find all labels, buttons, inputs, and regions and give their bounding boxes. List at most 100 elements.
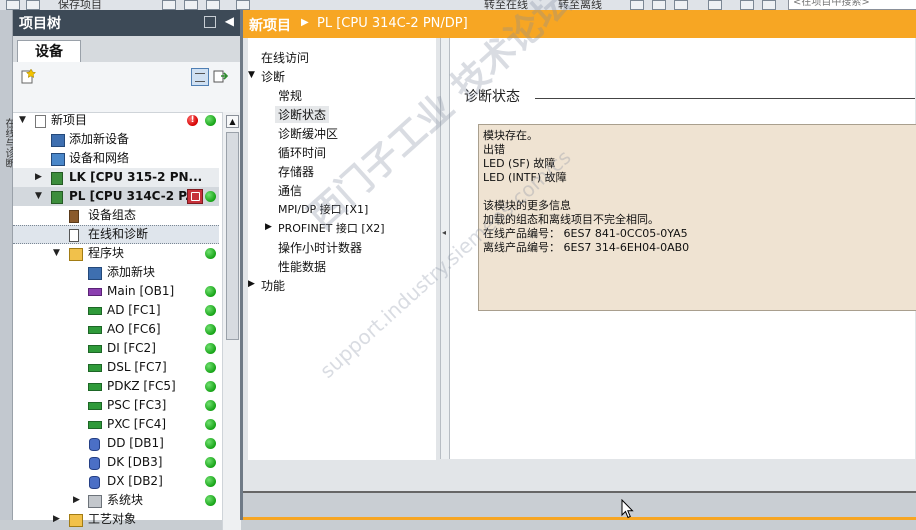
- tree-row-program-blocks[interactable]: ▼ 程序块: [13, 244, 219, 263]
- ok-status-icon: [205, 286, 216, 297]
- paste-icon[interactable]: [206, 0, 220, 10]
- nav-general[interactable]: 常规: [278, 87, 302, 104]
- tree-row-block[interactable]: AO [FC6]: [13, 320, 219, 339]
- tree-row-device-config[interactable]: 设备组态: [13, 206, 219, 225]
- nav-mpi-dp-interface[interactable]: MPI/DP 接口 [X1]: [278, 201, 368, 217]
- ok-status-icon: [205, 115, 216, 126]
- ok-status-icon: [205, 419, 216, 430]
- add-item-icon[interactable]: [20, 68, 37, 84]
- collapse-arrow-icon[interactable]: ▼: [248, 70, 255, 80]
- scroll-thumb[interactable]: [226, 132, 239, 340]
- tree-row-block[interactable]: DX [DB2]: [13, 472, 219, 491]
- collapse-panel-icon[interactable]: ◀: [225, 14, 234, 28]
- nav-cycle-time[interactable]: 循环时间: [278, 144, 326, 161]
- ok-status-icon: [205, 495, 216, 506]
- split-horizontal-icon[interactable]: [762, 0, 776, 10]
- breadcrumb-project[interactable]: 新项目: [249, 15, 291, 35]
- collapse-arrow-icon[interactable]: ▼: [19, 111, 26, 130]
- project-search-input[interactable]: <在项目中搜索>: [788, 0, 916, 10]
- project-tree-panel: 项目树 ◀ 设备 ▼ 新项目 ! 添加新设备 设备和网络 ▶ LK [CPU 3…: [13, 10, 241, 530]
- tree-row-devices-networks[interactable]: 设备和网络: [13, 149, 219, 168]
- tab-devices[interactable]: 设备: [17, 40, 81, 63]
- tree-row-add-block[interactable]: 添加新块: [13, 263, 219, 282]
- tree-label: DD [DB1]: [107, 436, 164, 450]
- db-block-icon: [89, 476, 100, 489]
- device-config-icon: [69, 210, 79, 223]
- tree-row-block[interactable]: PDKZ [FC5]: [13, 377, 219, 396]
- nav-functions[interactable]: 功能: [261, 277, 285, 294]
- nav-communication[interactable]: 通信: [278, 182, 302, 199]
- expand-arrow-icon[interactable]: ▶: [248, 279, 255, 289]
- inspector-splitter[interactable]: [243, 491, 916, 519]
- tree-label: LK [CPU 315-2 PN...: [69, 170, 203, 184]
- tree-row-block[interactable]: PSC [FC3]: [13, 396, 219, 415]
- nav-performance-data[interactable]: 性能数据: [278, 258, 326, 275]
- nav-diagnostic-buffer[interactable]: 诊断缓冲区: [278, 125, 338, 142]
- error-status-icon: !: [187, 115, 198, 126]
- system-blocks-icon: [88, 495, 102, 508]
- tree-row-lk-cpu[interactable]: ▶ LK [CPU 315-2 PN...: [13, 168, 219, 187]
- collapse-nav-icon[interactable]: ◂: [442, 228, 446, 237]
- restore-panel-icon[interactable]: [204, 16, 216, 28]
- tree-label: DSL [FC7]: [107, 360, 167, 374]
- expand-arrow-icon[interactable]: ▶: [265, 222, 272, 232]
- copy-icon[interactable]: [184, 0, 198, 10]
- tree-row-block[interactable]: Main [OB1]: [13, 282, 219, 301]
- new-project-icon[interactable]: [6, 0, 20, 10]
- tree-row-block[interactable]: DI [FC2]: [13, 339, 219, 358]
- tree-label: DX [DB2]: [107, 474, 163, 488]
- nav-diagnostics[interactable]: 诊断: [261, 68, 285, 85]
- tree-row-block[interactable]: PXC [FC4]: [13, 415, 219, 434]
- tree-row-block[interactable]: DSL [FC7]: [13, 358, 219, 377]
- tree-row-block[interactable]: AD [FC1]: [13, 301, 219, 320]
- nav-memory[interactable]: 存储器: [278, 163, 314, 180]
- collapse-arrow-icon[interactable]: ▼: [35, 187, 42, 206]
- nav-diagnostic-status[interactable]: 诊断状态: [275, 106, 330, 123]
- details-view-icon[interactable]: [191, 68, 209, 86]
- cut-icon[interactable]: [162, 0, 176, 10]
- nav-operating-hours[interactable]: 操作小时计数器: [278, 239, 362, 256]
- scroll-up-icon[interactable]: ▲: [226, 115, 239, 128]
- nav-profinet-interface[interactable]: PROFINET 接口 [X2]: [278, 220, 385, 236]
- project-icon: [35, 115, 46, 128]
- tree-label: 在线和诊断: [88, 227, 149, 241]
- start-cpu-icon[interactable]: [652, 0, 666, 10]
- nav-online-access[interactable]: 在线访问: [261, 49, 309, 66]
- tree-tab-strip: 设备: [13, 36, 240, 63]
- tree-row-block[interactable]: DD [DB1]: [13, 434, 219, 453]
- ok-status-icon: [205, 362, 216, 373]
- diagnostic-status-box: 模块存在。 出错 LED (SF) 故障 LED (INTF) 故障 该模块的更…: [478, 124, 916, 311]
- tree-row-system-blocks[interactable]: ▶ 系统块: [13, 491, 219, 510]
- fc-block-icon: [88, 307, 102, 315]
- tree-row-add-device[interactable]: 添加新设备: [13, 130, 219, 149]
- nav-splitter[interactable]: ◂: [440, 38, 450, 459]
- tree-label: 程序块: [88, 246, 125, 260]
- breadcrumb-device[interactable]: PL [CPU 314C-2 PN/DP]: [317, 16, 468, 31]
- tree-row-new-project[interactable]: ▼ 新项目 !: [13, 111, 219, 130]
- section-title: 诊断状态: [464, 89, 520, 105]
- diagnostic-content: 诊断状态 模块存在。 出错 LED (SF) 故障 LED (INTF) 故障 …: [450, 38, 916, 459]
- tree-label: 设备组态: [88, 208, 137, 222]
- stop-cpu-icon[interactable]: [674, 0, 688, 10]
- cross-reference-icon[interactable]: [708, 0, 722, 10]
- collapse-arrow-icon[interactable]: ▼: [53, 244, 60, 263]
- open-project-icon[interactable]: [26, 0, 40, 10]
- tree-row-block[interactable]: DK [DB3]: [13, 453, 219, 472]
- tree-row-pl-cpu[interactable]: ▼ PL [CPU 314C-2 P...: [13, 187, 219, 206]
- delete-icon[interactable]: [236, 0, 250, 10]
- tree-scrollbar[interactable]: ▲: [222, 112, 241, 530]
- online-diagnostics-side-tab[interactable]: 在线与诊断: [0, 10, 14, 520]
- tree-row-online-diagnostics[interactable]: 在线和诊断: [13, 225, 219, 244]
- network-icon: [51, 153, 65, 166]
- section-divider: [535, 98, 915, 99]
- accessible-devices-icon[interactable]: [630, 0, 644, 10]
- tree-label: DK [DB3]: [107, 455, 163, 469]
- folder-icon: [69, 514, 83, 527]
- export-icon[interactable]: [213, 68, 229, 84]
- expand-arrow-icon[interactable]: ▶: [35, 168, 42, 187]
- inconsistent-config-icon: [187, 189, 203, 204]
- fc-block-icon: [88, 345, 102, 353]
- tree-label: PXC [FC4]: [107, 417, 167, 431]
- expand-arrow-icon[interactable]: ▶: [73, 491, 80, 510]
- split-editor-icon[interactable]: [740, 0, 754, 10]
